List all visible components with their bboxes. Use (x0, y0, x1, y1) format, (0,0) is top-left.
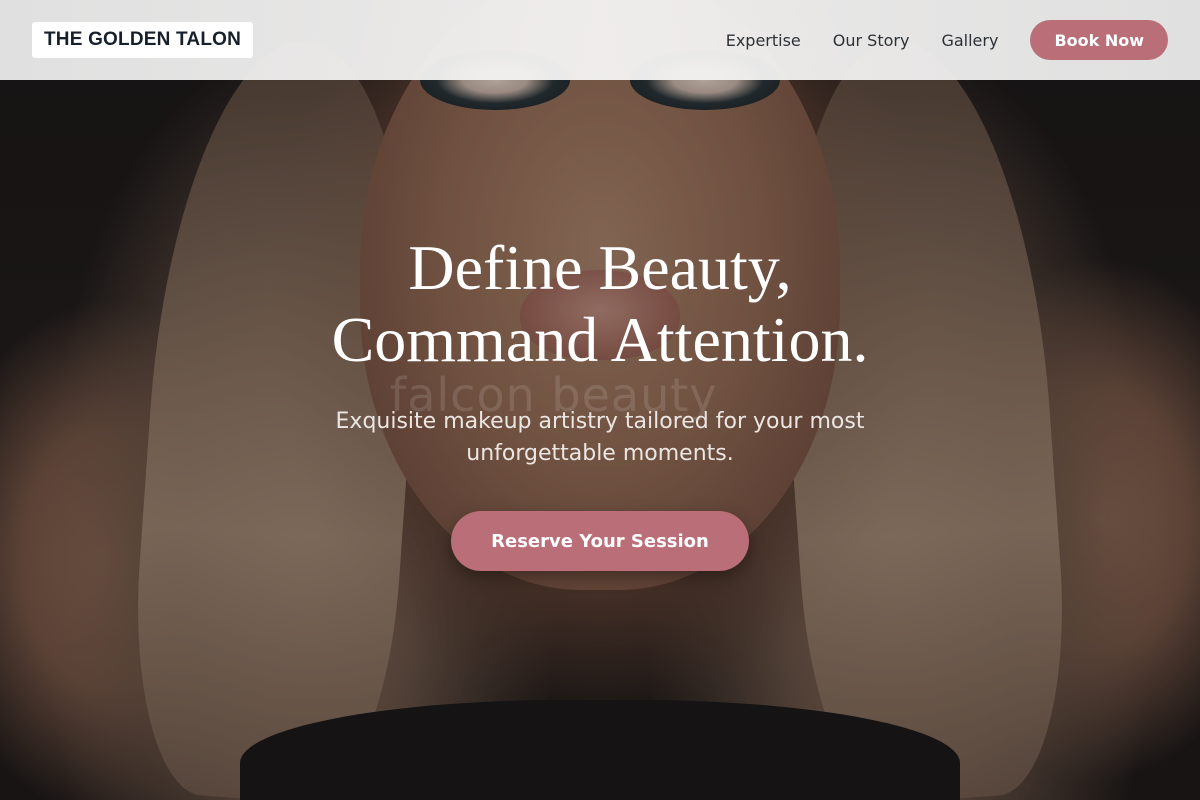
hero-headline-line-1: Define Beauty, (408, 232, 792, 303)
book-now-button[interactable]: Book Now (1030, 20, 1168, 60)
hero-headline: Define Beauty, Command Attention. (0, 232, 1200, 376)
hero-subtitle: Exquisite makeup artistry tailored for y… (335, 409, 865, 466)
hero-content: Define Beauty, Command Attention. Exquis… (0, 232, 1200, 571)
nav-link-our-story[interactable]: Our Story (833, 31, 910, 50)
brand-logo[interactable]: THE GOLDEN TALON (32, 22, 254, 58)
top-navbar: THE GOLDEN TALON Expertise Our Story Gal… (0, 0, 1200, 80)
nav-link-gallery[interactable]: Gallery (941, 31, 998, 50)
nav-links: Expertise Our Story Gallery Book Now (726, 20, 1168, 60)
nav-link-expertise[interactable]: Expertise (726, 31, 801, 50)
reserve-session-button[interactable]: Reserve Your Session (451, 511, 749, 571)
hero-headline-line-2: Command Attention. (331, 304, 869, 375)
